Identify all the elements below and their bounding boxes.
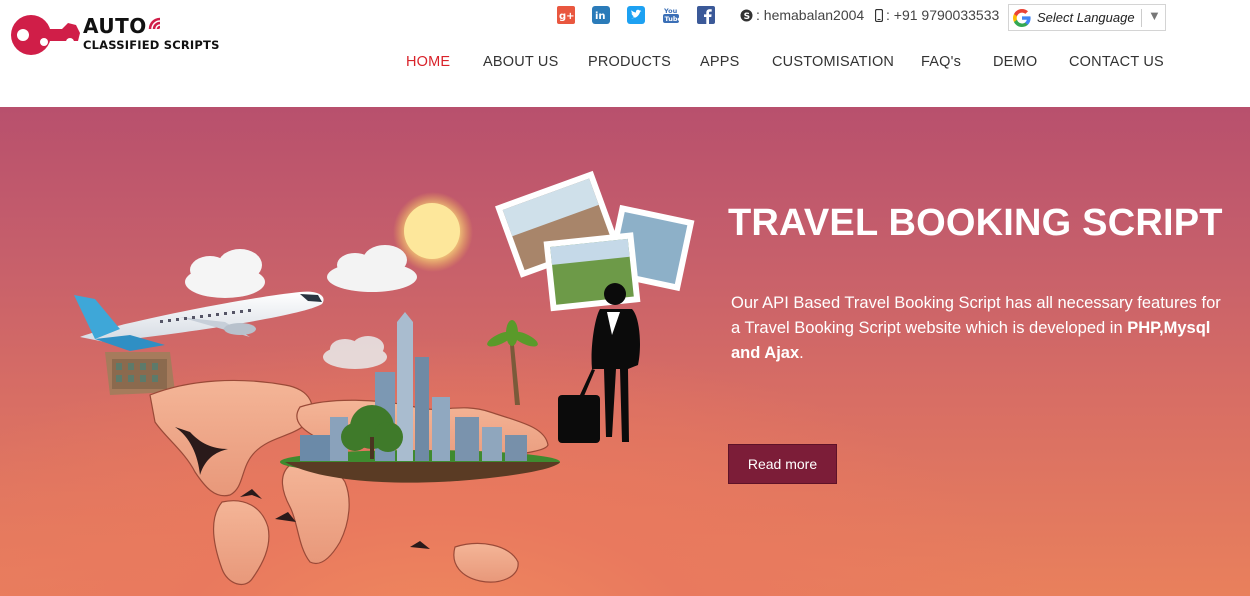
hero-description: Our API Based Travel Booking Script has … xyxy=(731,291,1231,366)
google-g-icon xyxy=(1012,8,1032,28)
dropdown-arrow-icon[interactable]: ▼ xyxy=(1148,8,1161,23)
logo-text-auto: AUTO xyxy=(83,14,147,38)
nav-item-faqs[interactable]: FAQ's xyxy=(921,54,961,70)
linkedin-icon[interactable]: in xyxy=(592,6,610,24)
skype-contact[interactable]: S : hemabalan2004 xyxy=(740,7,864,23)
nav-item-contact-us[interactable]: CONTACT US xyxy=(1069,54,1164,70)
cloud xyxy=(327,245,417,292)
palm-tree xyxy=(487,320,538,405)
logo-text-classified-scripts: CLASSIFIED SCRIPTS xyxy=(83,38,220,52)
hero-title: TRAVEL BOOKING SCRIPT xyxy=(728,202,1223,244)
mobile-phone-icon xyxy=(875,8,883,22)
google-plus-icon[interactable]: g+ xyxy=(557,6,575,24)
nav-item-products[interactable]: PRODUCTS xyxy=(588,54,671,70)
twitter-icon[interactable] xyxy=(627,6,645,24)
hero-description-end: . xyxy=(799,344,804,362)
main-nav: HOME ABOUT US PRODUCTS APPS CUSTOMISATIO… xyxy=(0,54,1250,72)
svg-text:g+: g+ xyxy=(559,11,575,22)
social-links: g+ in You Tube xyxy=(557,6,732,26)
travel-illustration xyxy=(74,170,695,586)
world-map xyxy=(149,379,549,586)
nav-item-apps[interactable]: APPS xyxy=(700,54,740,70)
phone-number: : +91 9790033533 xyxy=(886,7,1000,23)
nav-item-about-us[interactable]: ABOUT US xyxy=(483,54,558,70)
nav-item-demo[interactable]: DEMO xyxy=(993,54,1037,70)
hanging-building xyxy=(105,352,175,395)
language-label: Select Language xyxy=(1037,10,1135,25)
signal-waves-icon xyxy=(148,17,161,30)
site-logo[interactable]: AUTO CLASSIFIED SCRIPTS xyxy=(10,13,219,57)
read-more-button[interactable]: Read more xyxy=(728,444,837,484)
facebook-icon[interactable] xyxy=(697,6,715,24)
svg-text:You: You xyxy=(663,7,678,15)
skype-icon: S xyxy=(740,9,753,22)
youtube-icon[interactable]: You Tube xyxy=(662,6,680,24)
skype-id: : hemabalan2004 xyxy=(756,7,865,23)
language-divider xyxy=(1141,9,1142,27)
nav-item-customisation[interactable]: CUSTOMISATION xyxy=(772,54,894,70)
phone-contact[interactable]: : +91 9790033533 xyxy=(875,7,999,23)
svg-text:Tube: Tube xyxy=(665,15,681,23)
car-key-logo-icon xyxy=(11,15,80,55)
svg-text:in: in xyxy=(595,11,606,22)
language-selector[interactable]: Select Language ▼ xyxy=(1008,4,1166,31)
hero-banner: TRAVEL BOOKING SCRIPT Our API Based Trav… xyxy=(0,107,1250,596)
site-header: AUTO CLASSIFIED SCRIPTS g+ in You Tube S … xyxy=(0,0,1250,107)
nav-item-home[interactable]: HOME xyxy=(406,54,450,70)
svg-text:S: S xyxy=(744,12,750,22)
cloud xyxy=(323,336,387,369)
photo-cards xyxy=(495,170,695,312)
cloud xyxy=(185,249,265,298)
airplane xyxy=(74,291,324,351)
